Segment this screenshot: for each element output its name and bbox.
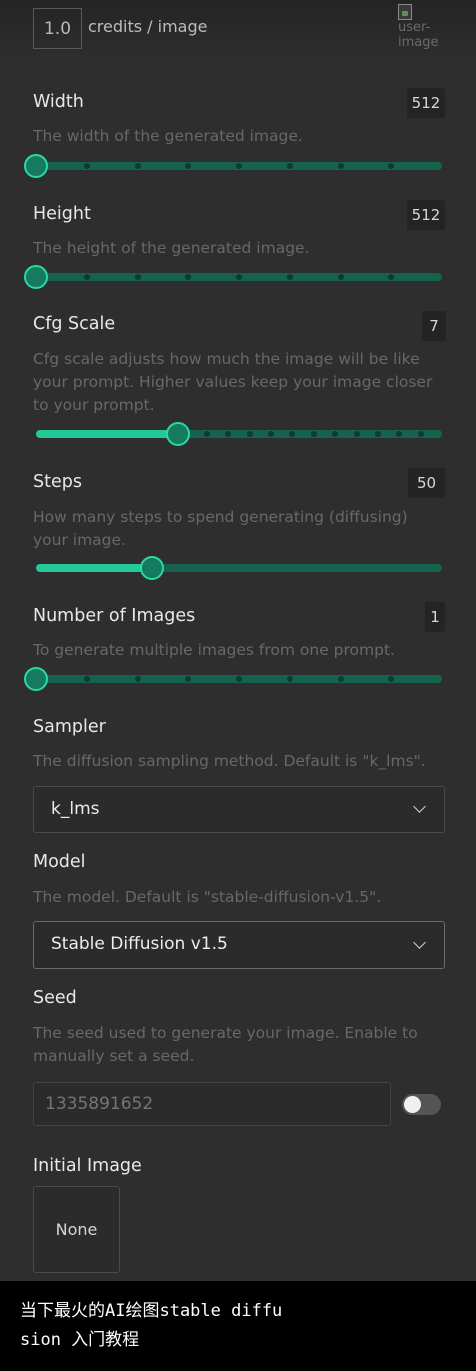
slider-tick bbox=[417, 431, 424, 437]
slider-tick bbox=[310, 431, 317, 437]
slider-tick bbox=[134, 163, 141, 169]
slider-tick bbox=[83, 676, 90, 682]
slider-tick bbox=[286, 274, 293, 280]
seed-label: Seed bbox=[33, 988, 77, 1008]
slider-tick bbox=[134, 274, 141, 280]
broken-image-icon bbox=[398, 4, 412, 20]
steps-value: 50 bbox=[408, 468, 445, 498]
num-images-value: 1 bbox=[425, 602, 445, 632]
caption-line-1: 当下最火的AI绘图stable diffu bbox=[20, 1301, 283, 1321]
settings-panel: 1.0 credits / image user-image Width 512… bbox=[0, 0, 476, 1281]
chevron-down-icon bbox=[413, 936, 426, 949]
cfg-scale-description: Cfg scale adjusts how much the image wil… bbox=[33, 350, 433, 414]
height-value: 512 bbox=[407, 200, 445, 230]
height-description: The height of the generated image. bbox=[33, 239, 310, 257]
model-description: The model. Default is "stable-diffusion-… bbox=[33, 888, 382, 906]
height-label: Height bbox=[33, 204, 91, 224]
slider-tick bbox=[337, 676, 344, 682]
num-images-description: To generate multiple images from one pro… bbox=[33, 641, 395, 659]
user-image-alt: user-image bbox=[398, 20, 438, 50]
cfg-scale-label: Cfg Scale bbox=[33, 314, 116, 334]
slider-tick bbox=[83, 274, 90, 280]
model-label: Model bbox=[33, 852, 86, 872]
slider-tick bbox=[246, 431, 253, 437]
num-images-label: Number of Images bbox=[33, 606, 196, 626]
model-selected: Stable Diffusion v1.5 bbox=[51, 934, 228, 954]
slider-tick bbox=[236, 163, 242, 169]
slider-thumb[interactable] bbox=[139, 556, 164, 580]
user-image: user-image bbox=[398, 4, 438, 62]
slider-tick bbox=[83, 163, 90, 169]
steps-description: How many steps to spend generating (diff… bbox=[33, 508, 408, 549]
num-images-slider[interactable] bbox=[24, 666, 442, 692]
caption-line-2: sion 入门教程 bbox=[20, 1330, 140, 1350]
slider-tick bbox=[374, 431, 381, 437]
toggle-knob bbox=[404, 1096, 421, 1113]
credits-value: 1.0 bbox=[33, 8, 82, 49]
slider-thumb[interactable] bbox=[166, 422, 191, 446]
credits-label: credits / image bbox=[88, 17, 208, 36]
sampler-selected: k_lms bbox=[51, 799, 100, 819]
cfg-scale-slider[interactable] bbox=[36, 421, 442, 447]
slider-thumb[interactable] bbox=[24, 154, 48, 178]
initial-image-picker[interactable]: None bbox=[33, 1186, 120, 1273]
width-slider[interactable] bbox=[24, 153, 442, 179]
slider-tick bbox=[286, 163, 293, 169]
slider-thumb[interactable] bbox=[24, 667, 48, 691]
slider-tick bbox=[268, 431, 275, 437]
article-caption: 当下最火的AI绘图stable diffu sion 入门教程 bbox=[0, 1281, 476, 1371]
slider-thumb[interactable] bbox=[24, 265, 48, 289]
slider-tick bbox=[353, 431, 360, 437]
slider-tick bbox=[236, 676, 242, 682]
cfg-scale-value: 7 bbox=[422, 311, 446, 341]
slider-tick bbox=[286, 676, 293, 682]
model-select[interactable]: Stable Diffusion v1.5 bbox=[33, 921, 445, 969]
width-label: Width bbox=[33, 92, 84, 112]
slider-tick bbox=[337, 163, 344, 169]
seed-toggle[interactable] bbox=[402, 1094, 441, 1115]
slider-tick bbox=[236, 274, 242, 280]
initial-image-label: Initial Image bbox=[33, 1156, 142, 1176]
slider-tick bbox=[134, 676, 141, 682]
seed-input[interactable] bbox=[33, 1082, 391, 1126]
width-description: The width of the generated image. bbox=[33, 127, 303, 145]
slider-fill bbox=[36, 564, 152, 572]
steps-label: Steps bbox=[33, 472, 82, 492]
sampler-select[interactable]: k_lms bbox=[33, 786, 445, 833]
slider-tick bbox=[203, 431, 210, 437]
sampler-label: Sampler bbox=[33, 717, 106, 737]
steps-slider[interactable] bbox=[36, 555, 442, 581]
sampler-description: The diffusion sampling method. Default i… bbox=[33, 752, 426, 770]
slider-fill bbox=[36, 430, 179, 438]
slider-tick bbox=[337, 274, 344, 280]
width-value: 512 bbox=[407, 88, 445, 118]
seed-description: The seed used to generate your image. En… bbox=[33, 1024, 418, 1065]
height-slider[interactable] bbox=[24, 264, 442, 290]
chevron-down-icon bbox=[413, 800, 426, 813]
